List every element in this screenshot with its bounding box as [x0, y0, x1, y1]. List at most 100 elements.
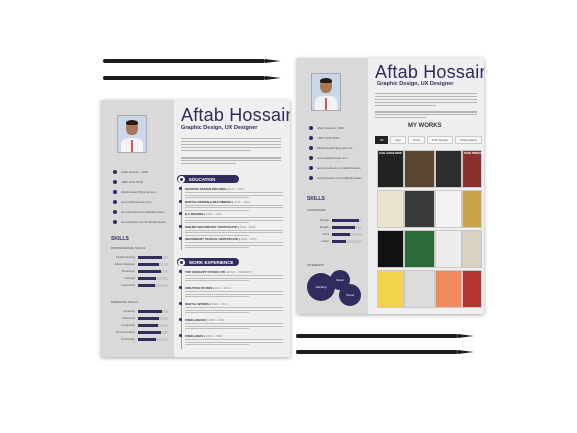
portfolio-thumbnail[interactable] [435, 230, 462, 268]
portfolio-thumbnail[interactable] [462, 230, 482, 268]
skills-title: SKILLS [307, 196, 325, 202]
skills-subtitle-professional: PROFESSIONAL SKILLS [111, 246, 146, 250]
candidate-name: Aftab Hossain [375, 62, 484, 82]
contact-item[interactable]: Aftab Hossain, 1990 [309, 126, 344, 130]
works-tab[interactable]: App [390, 136, 406, 144]
contact-item[interactable]: aftabhossain7@gmail.com [113, 190, 156, 194]
education-title: EDUCATION [189, 176, 216, 182]
contact-item[interactable]: www.aftabhossain.com [309, 156, 348, 160]
timeline-dot [179, 286, 182, 289]
portfolio-thumbnail[interactable] [377, 230, 404, 268]
portfolio-thumbnail[interactable] [404, 270, 435, 308]
portfolio-thumbnail[interactable] [462, 270, 482, 308]
contact-item[interactable]: www.facebook.com/aftabhossain [309, 166, 361, 170]
skill-bar-fill [138, 269, 161, 273]
contact-item[interactable]: www.linkedin.com/in/aftabhossain [113, 220, 166, 224]
entry-title-text: DIGITAL DESIGN & MULTIMEDIA [185, 199, 232, 204]
contact-item[interactable]: +880 1234 5678 [113, 180, 143, 184]
skill-name: Punctuality [121, 337, 135, 341]
skill-row: Indesign [105, 276, 168, 280]
portfolio-thumbnail[interactable]: CHALLENGE MIND [377, 150, 404, 188]
contact-text: www.aftabhossain.com [121, 200, 152, 204]
skills-subtitle-languages: LANGUAGES [307, 208, 326, 212]
timeline-entry: GRAPHIC DESIGN DIPLOMA | 2012 - 2013 [179, 187, 283, 200]
timeline-dot [179, 270, 182, 273]
entry-description [185, 229, 283, 236]
interests-title: INTERESTS [307, 263, 324, 267]
skill-bar-fill [138, 283, 155, 287]
works-tab[interactable]: All [375, 136, 389, 144]
entry-date: 2010 - 2012 [233, 199, 250, 204]
entry-description [185, 291, 283, 298]
portfolio-thumbnail[interactable] [435, 270, 462, 308]
skill-row: Adobe Illustrator [105, 262, 168, 266]
portfolio-thumbnail[interactable] [377, 270, 404, 308]
skill-bar [332, 225, 362, 229]
skill-name: Arabic [321, 239, 329, 243]
skill-name: Corel Draw [121, 283, 135, 287]
thumbnail-caption: CHALLENGE MIND [379, 152, 402, 155]
skill-bar [138, 276, 168, 280]
entry-title: FREELANCE | 2006 - 2008 [185, 334, 222, 338]
portfolio-thumbnail[interactable] [462, 190, 482, 228]
skill-row: Digital Painting [105, 255, 168, 259]
portfolio-thumbnail[interactable]: FOOD PRINTABLES [462, 150, 484, 188]
skill-name: Leadership [121, 323, 135, 327]
candidate-name: Aftab Hossain [181, 105, 290, 125]
contact-text: +880 1234 5678 [317, 136, 339, 140]
entry-title-text: TOP CONCEPT STUDIO LTD. [185, 270, 227, 274]
interest-bubble-3: Travel [339, 284, 361, 306]
skill-bar [138, 316, 168, 320]
entry-description [185, 217, 283, 224]
resume-page-portfolio: Aftab Hossain Graphic Design, UX Designe… [297, 58, 484, 314]
education-timeline [181, 186, 182, 250]
works-title: MY WORKS [408, 123, 442, 129]
entry-title: FREELANCER | 2008 - 2010 [185, 318, 225, 322]
entry-title-text: FREELANCER [185, 318, 206, 322]
contact-item[interactable]: www.linkedin.com/in/aftabhossain [309, 176, 362, 180]
contact-item[interactable]: www.facebook.com/aftabhossain [113, 210, 165, 214]
skill-row: Communication [105, 330, 168, 334]
entry-title: DIGITAL WORKS | 2010 - 2011 [185, 302, 228, 306]
works-tab[interactable]: Print Design [426, 136, 454, 144]
timeline-entry: DIGITAL DESIGN & MULTIMEDIA | 2010 - 201… [179, 199, 283, 213]
skill-bar-fill [138, 323, 158, 327]
skill-name: Photoshop [121, 269, 135, 273]
skill-bar [332, 218, 362, 222]
contact-icon [113, 220, 117, 224]
timeline-dot [179, 334, 182, 337]
skill-bar-fill [138, 276, 156, 280]
skill-row: Photoshop [105, 269, 168, 273]
works-tab[interactable]: Icons [407, 136, 425, 144]
portfolio-thumbnail[interactable] [377, 190, 404, 228]
entry-title: TOP CONCEPT STUDIO LTD. | 2013 - PRESENT [185, 270, 253, 274]
skill-row: Bangla [301, 218, 362, 222]
contact-item[interactable]: aftabhossain7@gmail.com [309, 146, 352, 150]
contact-item[interactable]: Aftab Hossain, 1990 [113, 170, 148, 174]
contact-text: +880 1234 5678 [121, 180, 143, 184]
skill-bar-fill [332, 232, 350, 236]
pencil-top-1 [103, 58, 281, 63]
contact-icon [113, 200, 117, 204]
work-icon [178, 258, 185, 266]
timeline-entry: FREELANCER | 2008 - 2010 [179, 318, 283, 331]
works-tab[interactable]: Photography [455, 136, 483, 144]
portfolio-thumbnail[interactable] [404, 190, 435, 228]
entry-description [185, 192, 283, 199]
entry-title: B.A DEGREE | 2006 - 2010 [185, 212, 223, 216]
work-title: WORK EXPERIENCE [189, 259, 234, 265]
portfolio-thumbnail[interactable] [404, 150, 435, 188]
work-timeline [181, 269, 182, 349]
skill-bar [138, 262, 168, 266]
timeline-entry: SECONDARY SCHOOL CERTIFICATE | 2002 - 20… [179, 237, 283, 250]
skill-bar [138, 309, 168, 313]
portfolio-thumbnail[interactable] [435, 150, 462, 188]
contact-item[interactable]: www.aftabhossain.com [113, 200, 152, 204]
contact-item[interactable]: +880 1234 5678 [309, 136, 339, 140]
portfolio-thumbnail[interactable] [404, 230, 435, 268]
entry-title-text: CREATIVE STUDIO [185, 286, 213, 290]
portfolio-thumbnail[interactable] [435, 190, 462, 228]
skills-title: SKILLS [111, 236, 129, 242]
entry-title: DIGITAL DESIGN & MULTIMEDIA | 2010 - 201… [185, 199, 250, 204]
skill-bar-fill [138, 337, 156, 341]
